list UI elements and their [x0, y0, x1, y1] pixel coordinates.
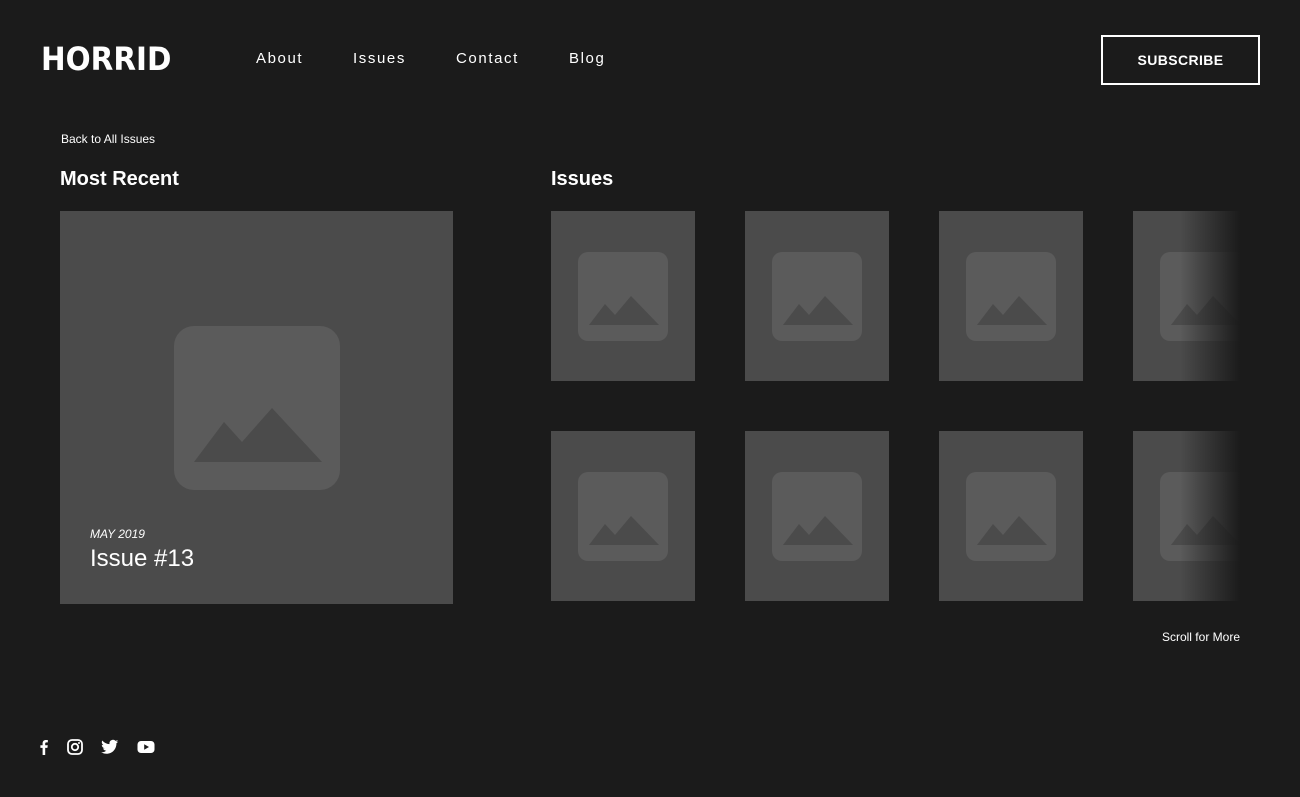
nav-blog[interactable]: Blog: [569, 50, 605, 67]
issue-thumbnail[interactable]: [745, 431, 889, 601]
instagram-icon[interactable]: [66, 738, 84, 756]
twitter-icon[interactable]: [101, 738, 119, 756]
facebook-icon[interactable]: [35, 738, 53, 756]
most-recent-heading: Most Recent: [60, 168, 179, 190]
image-placeholder-icon: [772, 472, 862, 561]
issue-thumbnail[interactable]: [551, 431, 695, 601]
issue-thumbnail[interactable]: [939, 211, 1083, 381]
featured-issue-title: Issue #13: [90, 545, 195, 572]
featured-issue-date: MAY 2019: [90, 527, 145, 541]
image-placeholder-icon: [578, 252, 668, 341]
issues-heading: Issues: [551, 168, 614, 190]
logo[interactable]: HORRID: [41, 40, 171, 78]
image-placeholder-icon: [578, 472, 668, 561]
image-placeholder-icon: [1160, 472, 1240, 561]
image-placeholder-icon: [1160, 252, 1240, 341]
youtube-icon[interactable]: [137, 738, 155, 756]
nav-contact[interactable]: Contact: [456, 50, 519, 67]
featured-issue-card[interactable]: MAY 2019 Issue #13: [60, 211, 453, 604]
image-placeholder-icon: [174, 326, 340, 490]
back-to-all-issues-link[interactable]: Back to All Issues: [61, 132, 155, 146]
image-placeholder-icon: [966, 472, 1056, 561]
scroll-for-more-hint: Scroll for More: [1161, 630, 1240, 644]
issue-thumbnail[interactable]: [939, 431, 1083, 601]
issue-thumbnail[interactable]: [551, 211, 695, 381]
image-placeholder-icon: [966, 252, 1056, 341]
image-placeholder-icon: [772, 252, 862, 341]
nav-issues[interactable]: Issues: [353, 50, 406, 67]
issue-thumbnail[interactable]: [1133, 431, 1240, 601]
issue-thumbnail[interactable]: [1133, 211, 1240, 381]
issue-thumbnail[interactable]: [745, 211, 889, 381]
subscribe-button[interactable]: SUBSCRIBE: [1101, 35, 1260, 85]
nav-about[interactable]: About: [256, 50, 303, 67]
issues-grid[interactable]: [551, 211, 1240, 603]
